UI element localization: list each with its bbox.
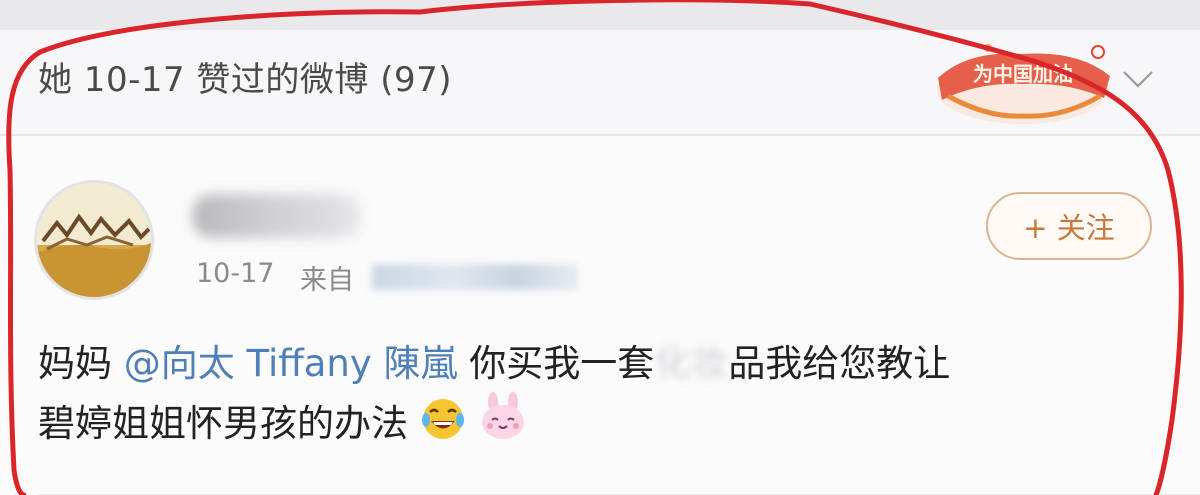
badge-text: 为中国加油 — [973, 62, 1073, 86]
post-source-blurred — [372, 264, 578, 290]
avatar-image — [37, 183, 151, 297]
post-text-suffix: 品我给您教让 — [728, 342, 951, 385]
post-text-line-2: 碧婷姐姐怀男孩的办法 — [38, 392, 1158, 452]
post-date: 10-17 — [196, 258, 275, 289]
pink-bunny-emoji-icon — [481, 392, 524, 439]
follow-button[interactable]: + 关注 — [986, 192, 1152, 260]
blurred-word: 化妆 — [654, 342, 729, 385]
post-source-label: 来自 — [300, 265, 354, 296]
liked-header[interactable]: 她 10-17 赞过的微博 (97) 为中国加油 — [0, 30, 1200, 134]
post-text: 妈妈 @向太 Tiffany 陳嵐 你买我一套化妆品我给您教让 碧婷姐姐怀男孩的… — [38, 336, 1158, 452]
laugh-cry-emoji-icon — [421, 399, 464, 439]
avatar[interactable] — [34, 180, 154, 300]
username-blurred[interactable] — [192, 194, 362, 238]
post-text-prefix: 妈妈 — [38, 342, 124, 385]
mention-link[interactable]: @向太 Tiffany 陳嵐 — [124, 342, 458, 385]
cheer-badge-icon: 为中国加油 — [937, 44, 1110, 124]
post-text-line2: 碧婷姐姐怀男孩的办法 — [38, 402, 408, 445]
post-text-line-1: 妈妈 @向太 Tiffany 陳嵐 你买我一套化妆品我给您教让 — [38, 336, 1158, 392]
chevron-down-icon[interactable] — [1120, 64, 1156, 94]
liked-weibo-card: 她 10-17 赞过的微博 (97) 为中国加油 10-17 来自 + 关注 妈… — [0, 30, 1200, 495]
top-strip — [0, 0, 1200, 30]
post-text-mid: 你买我一套 — [457, 342, 655, 385]
weibo-post: 10-17 来自 + 关注 妈妈 @向太 Tiffany 陳嵐 你买我一套化妆品… — [0, 136, 1200, 495]
liked-title: 她 10-17 赞过的微博 (97) — [38, 60, 453, 100]
